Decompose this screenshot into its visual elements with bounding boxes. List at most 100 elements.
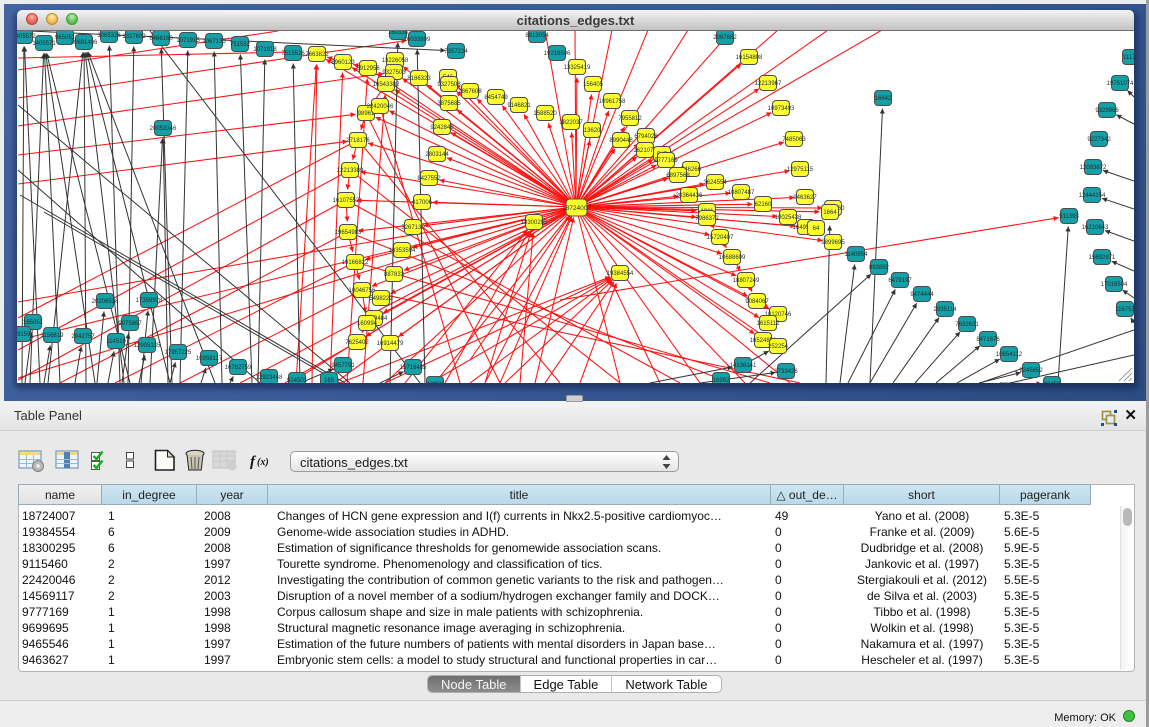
svg-text:9146821: 9146821 bbox=[507, 103, 531, 109]
svg-text:252254: 252254 bbox=[768, 344, 789, 350]
svg-text:92450: 92450 bbox=[1044, 382, 1061, 383]
svg-text:15720407: 15720407 bbox=[707, 235, 734, 241]
svg-text:10961758: 10961758 bbox=[599, 99, 626, 105]
svg-text:9463627: 9463627 bbox=[793, 195, 817, 201]
svg-text:10688609: 10688609 bbox=[719, 255, 746, 261]
svg-text:114519: 114519 bbox=[106, 339, 126, 345]
svg-text:17957225: 17957225 bbox=[165, 350, 192, 356]
svg-text:1065326: 1065326 bbox=[97, 33, 121, 39]
svg-text:19654983: 19654983 bbox=[335, 230, 362, 236]
svg-text:18300295: 18300295 bbox=[521, 220, 548, 226]
svg-text:1405571: 1405571 bbox=[32, 41, 56, 47]
svg-text:2803144: 2803144 bbox=[425, 152, 449, 158]
svg-text:10654112: 10654112 bbox=[996, 352, 1023, 358]
svg-text:924501: 924501 bbox=[287, 378, 308, 383]
svg-text:16107552: 16107552 bbox=[333, 198, 360, 204]
svg-text:9899695: 9899695 bbox=[821, 240, 845, 246]
svg-text:7625402: 7625402 bbox=[345, 340, 369, 346]
svg-text:1664: 1664 bbox=[823, 210, 837, 216]
svg-text:22420046: 22420046 bbox=[367, 104, 394, 110]
svg-text:19384554: 19384554 bbox=[607, 271, 634, 277]
svg-text:887833: 887833 bbox=[384, 272, 405, 278]
svg-text:165051: 165051 bbox=[23, 320, 44, 326]
svg-text:16033809: 16033809 bbox=[404, 37, 431, 43]
svg-text:751552: 751552 bbox=[230, 42, 251, 48]
svg-text:8471676: 8471676 bbox=[976, 337, 1000, 343]
svg-text:3875685: 3875685 bbox=[437, 101, 461, 107]
svg-text:1733426: 1733426 bbox=[774, 369, 798, 375]
svg-text:16992: 16992 bbox=[713, 378, 730, 383]
svg-text:417006: 417006 bbox=[412, 200, 433, 206]
svg-text:20691406: 20691406 bbox=[71, 40, 98, 46]
svg-text:8186323: 8186323 bbox=[407, 76, 431, 82]
svg-text:2087682: 2087682 bbox=[713, 35, 737, 41]
svg-text:12905135: 12905135 bbox=[134, 343, 161, 349]
svg-text:64: 64 bbox=[813, 226, 820, 232]
svg-text:12923448: 12923448 bbox=[256, 375, 283, 381]
svg-text:3624554: 3624554 bbox=[703, 180, 727, 186]
svg-text:10973493: 10973493 bbox=[768, 106, 795, 112]
svg-text:16154808: 16154808 bbox=[736, 55, 763, 61]
svg-text:1140954: 1140954 bbox=[845, 252, 869, 258]
svg-text:16782759: 16782759 bbox=[225, 365, 252, 371]
svg-text:16543382: 16543382 bbox=[373, 82, 400, 88]
svg-text:7485063: 7485063 bbox=[782, 137, 806, 143]
svg-text:116753: 116753 bbox=[1115, 307, 1134, 313]
svg-text:(x): (x) bbox=[257, 457, 269, 468]
svg-text:2942757: 2942757 bbox=[71, 334, 95, 340]
svg-text:10958117: 10958117 bbox=[196, 356, 223, 362]
svg-text:6466160: 6466160 bbox=[149, 36, 173, 42]
svg-text:6794028: 6794028 bbox=[634, 134, 658, 140]
svg-text:16210643: 16210643 bbox=[1082, 225, 1109, 231]
svg-text:8454749: 8454749 bbox=[484, 95, 508, 101]
svg-text:1071915: 1071915 bbox=[176, 38, 200, 44]
svg-text:f: f bbox=[250, 454, 257, 470]
svg-text:15716485: 15716485 bbox=[400, 365, 427, 371]
svg-text:1327602: 1327602 bbox=[122, 34, 146, 40]
svg-text:3822037: 3822037 bbox=[559, 120, 583, 126]
svg-text:19751074: 19751074 bbox=[1107, 81, 1134, 87]
svg-text:12213967: 12213967 bbox=[755, 81, 782, 87]
svg-text:13353594: 13353594 bbox=[389, 248, 416, 254]
svg-text:18807249: 18807249 bbox=[733, 278, 760, 284]
svg-text:7515526: 7515526 bbox=[281, 51, 305, 57]
svg-text:20206536: 20206536 bbox=[92, 299, 119, 305]
svg-text:8427552: 8427552 bbox=[417, 176, 441, 182]
svg-text:911393: 911393 bbox=[1059, 214, 1079, 220]
svg-text:2718176: 2718176 bbox=[346, 138, 370, 144]
svg-text:16914479: 16914479 bbox=[377, 341, 404, 347]
svg-text:6897568: 6897568 bbox=[666, 173, 690, 179]
svg-text:62160: 62160 bbox=[755, 202, 772, 208]
svg-text:12444154: 12444154 bbox=[1079, 193, 1106, 199]
svg-text:39159: 39159 bbox=[17, 332, 31, 338]
svg-text:2935114: 2935114 bbox=[934, 307, 958, 313]
svg-text:9327503: 9327503 bbox=[382, 70, 406, 76]
svg-text:8990448: 8990448 bbox=[609, 138, 633, 144]
svg-text:9084067: 9084067 bbox=[745, 299, 769, 305]
svg-text:16642: 16642 bbox=[875, 96, 892, 102]
svg-text:7663822: 7663822 bbox=[305, 52, 329, 58]
svg-text:8813054: 8813054 bbox=[525, 33, 549, 39]
svg-text:1405572: 1405572 bbox=[17, 34, 36, 40]
svg-text:9329966: 9329966 bbox=[1095, 108, 1119, 114]
svg-text:10958: 10958 bbox=[427, 382, 444, 383]
svg-text:10807487: 10807487 bbox=[728, 190, 755, 196]
svg-text:19166822: 19166822 bbox=[342, 260, 369, 266]
svg-text:160338: 160338 bbox=[388, 31, 409, 36]
svg-text:9474444: 9474444 bbox=[910, 292, 934, 298]
svg-text:18724007: 18724007 bbox=[562, 205, 591, 212]
svg-text:9242848: 9242848 bbox=[430, 125, 454, 131]
svg-text:160994: 160994 bbox=[357, 321, 378, 327]
svg-text:12975115: 12975115 bbox=[787, 167, 814, 173]
svg-text:6479197: 6479197 bbox=[888, 278, 912, 284]
svg-text:1588520: 1588520 bbox=[533, 111, 557, 117]
svg-text:20364436: 20364436 bbox=[676, 193, 703, 199]
svg-text:13325419: 13325419 bbox=[564, 65, 591, 71]
svg-text:9975867: 9975867 bbox=[118, 321, 142, 327]
svg-text:9777169: 9777169 bbox=[654, 158, 678, 164]
svg-text:3267130: 3267130 bbox=[401, 225, 425, 231]
svg-text:8960123: 8960123 bbox=[331, 60, 355, 66]
svg-text:9227342: 9227342 bbox=[1087, 137, 1111, 143]
svg-text:19218506: 19218506 bbox=[544, 51, 571, 57]
svg-text:11174: 11174 bbox=[1123, 55, 1134, 61]
